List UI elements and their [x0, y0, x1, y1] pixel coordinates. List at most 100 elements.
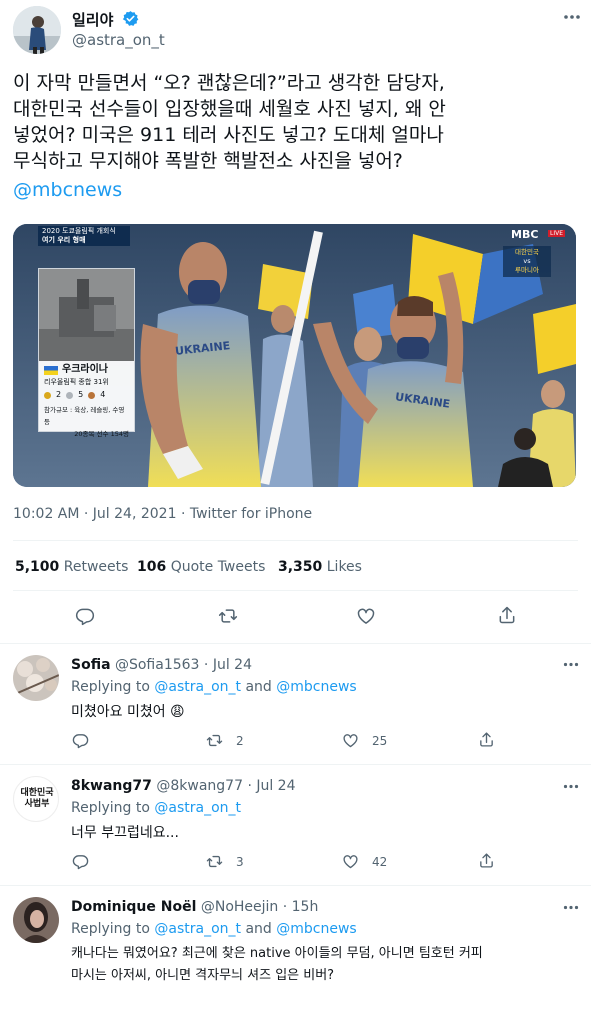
reply-handle[interactable]: @NoHeejin	[201, 899, 278, 915]
reply-display-name[interactable]: Sofia	[71, 657, 111, 673]
reply-header: Sofia @Sofia1563 · Jul 24	[71, 657, 252, 673]
ukraine-flag-icon	[44, 365, 58, 375]
blossom-avatar-image	[13, 655, 59, 701]
reply-avatar[interactable]	[13, 897, 59, 943]
medal-row: 2 5 4	[44, 389, 129, 401]
olympic-rank: 리우올림픽 종합 31위	[44, 378, 109, 386]
retweets-count: 5,100	[15, 559, 60, 575]
share-icon[interactable]	[497, 605, 517, 625]
divider	[0, 764, 591, 765]
retweet-count: 3	[236, 855, 244, 869]
replying-prefix: Replying to	[71, 679, 150, 695]
reply-text-line: 마시는 아저씨, 아니면 격자무늬 셔즈 입은 비버?	[71, 968, 335, 983]
reply-handle[interactable]: @Sofia1563	[115, 657, 199, 673]
replying-mention[interactable]: @mbcnews	[276, 921, 356, 937]
like-icon[interactable]	[342, 853, 359, 870]
replying-mention[interactable]: @astra_on_t	[154, 679, 241, 695]
avatar-text: 사법부	[24, 799, 50, 809]
verified-badge-icon	[122, 10, 139, 27]
reply-avatar[interactable]: 대한민국 사법부	[13, 776, 59, 822]
retweet-icon[interactable]	[206, 732, 223, 749]
replying-prefix: Replying to	[71, 921, 150, 937]
caption-top-small: 2020 도쿄올림픽 개회식	[42, 227, 116, 235]
caption-top: 여기 우리 형매	[42, 236, 86, 244]
silver-count: 5	[78, 390, 84, 399]
more-options-icon[interactable]	[563, 905, 579, 910]
more-options-icon[interactable]	[563, 784, 579, 789]
bronze-medal-icon	[88, 391, 96, 399]
retweet-icon[interactable]	[218, 606, 238, 626]
quote-tweets-count: 106	[137, 559, 167, 575]
author-handle[interactable]: @astra_on_t	[72, 31, 165, 49]
share-icon[interactable]	[478, 731, 495, 748]
like-icon[interactable]	[342, 732, 359, 749]
participation-text: 참가규모 : 육상, 레슬링, 수영 등	[44, 406, 125, 426]
retweet-icon[interactable]	[206, 853, 223, 870]
like-count: 42	[372, 855, 388, 869]
more-options-icon[interactable]	[563, 14, 581, 20]
country-row: 우크라이나	[44, 364, 129, 376]
quote-tweets-label: Quote Tweets	[170, 559, 266, 575]
tweet-media[interactable]: 2020 도쿄올림픽 개회식 여기 우리 형매 우크라이나 리우올림픽 종합 3…	[13, 224, 576, 487]
reply-icon[interactable]	[72, 732, 89, 749]
like-icon[interactable]	[356, 606, 376, 626]
athletes-text: 20종목 선수 154명	[74, 430, 129, 438]
replying-mention[interactable]: @astra_on_t	[154, 800, 241, 816]
replying-to: Replying to @astra_on_t and @mbcnews	[71, 921, 357, 937]
reply-header: 8kwang77 @8kwang77 · Jul 24	[71, 778, 296, 794]
gold-medal-icon	[44, 391, 51, 399]
broadcast-info-panel: 2020 도쿄올림픽 개회식 여기 우리 형매	[38, 226, 130, 246]
tweet-text-line: 무식하고 무지해야 폭발한 핵발전소 사진을 넣어?	[13, 150, 403, 172]
quote-tweets-stat[interactable]: 106 Quote Tweets	[137, 559, 265, 575]
reply-date[interactable]: · Jul 24	[204, 657, 252, 673]
tweet-text-line: 넣었어? 미국은 911 테러 사진도 넣고? 도대체 얼마나	[13, 124, 444, 146]
more-options-icon[interactable]	[563, 662, 579, 667]
likes-stat[interactable]: 3,350 Likes	[278, 559, 362, 575]
divider	[0, 643, 591, 644]
replying-mention[interactable]: @mbcnews	[276, 679, 356, 695]
tweet-body: 이 자막 만들면서 “오? 괜찮은데?”라고 생각한 담당자, 대한민국 선수들…	[13, 70, 578, 203]
mention-link[interactable]: @mbcnews	[13, 177, 578, 203]
reply-text-line: 캐나다는 뭐였어요? 최근에 찾은 native 아이들의 무덤, 아니면 팀호…	[71, 946, 483, 961]
chernobyl-photo	[39, 269, 134, 361]
reply-text: 캐나다는 뭐였어요? 최근에 찾은 native 아이들의 무덤, 아니면 팀호…	[71, 943, 576, 987]
side-caption: 대한민국 vs 루마니아	[503, 246, 551, 277]
bronze-count: 4	[100, 390, 106, 399]
divider	[0, 885, 591, 886]
reply-icon[interactable]	[75, 606, 95, 626]
reply-date[interactable]: · Jul 24	[247, 778, 295, 794]
replying-prefix: Replying to	[71, 800, 150, 816]
reply-icon[interactable]	[72, 853, 89, 870]
broadcaster-logo: MBC	[511, 228, 539, 241]
side-caption-line: 루마니아	[515, 266, 539, 274]
author-avatar[interactable]	[13, 6, 61, 54]
share-icon[interactable]	[478, 852, 495, 869]
retweets-label: Retweets	[63, 559, 129, 575]
divider	[13, 540, 578, 541]
reply-display-name[interactable]: 8kwang77	[71, 778, 152, 794]
replying-and: and	[245, 921, 272, 937]
tweet-timestamp[interactable]: 10:02 AM · Jul 24, 2021 · Twitter for iP…	[13, 506, 312, 522]
replying-to: Replying to @astra_on_t and @mbcnews	[71, 679, 357, 695]
tweet-text-line: 대한민국 선수들이 입장했을때 세월호 사진 넣지, 왜 안	[13, 98, 446, 120]
replying-and: and	[245, 679, 272, 695]
author-display-name[interactable]: 일리야	[72, 9, 113, 30]
gold-count: 2	[56, 390, 62, 399]
reply-text: 너무 부끄럽네요...	[71, 825, 179, 841]
country-name: 우크라이나	[62, 364, 108, 375]
reply-display-name[interactable]: Dominique Noël	[71, 899, 196, 915]
retweets-stat[interactable]: 5,100 Retweets	[15, 559, 128, 575]
replying-mention[interactable]: @astra_on_t	[154, 921, 241, 937]
avatar-text: 대한민국	[20, 788, 54, 798]
reply-date[interactable]: · 15h	[283, 899, 319, 915]
replying-to: Replying to @astra_on_t	[71, 800, 241, 816]
side-caption-line: vs	[523, 257, 531, 265]
silver-medal-icon	[66, 391, 74, 399]
reply-avatar[interactable]	[13, 655, 59, 701]
side-caption-line: 대한민국	[515, 248, 539, 256]
portrait-avatar-image	[13, 897, 59, 943]
likes-label: Likes	[326, 559, 362, 575]
reply-header: Dominique Noël @NoHeejin · 15h	[71, 899, 318, 915]
live-badge: LIVE	[548, 230, 566, 237]
reply-handle[interactable]: @8kwang77	[156, 778, 243, 794]
